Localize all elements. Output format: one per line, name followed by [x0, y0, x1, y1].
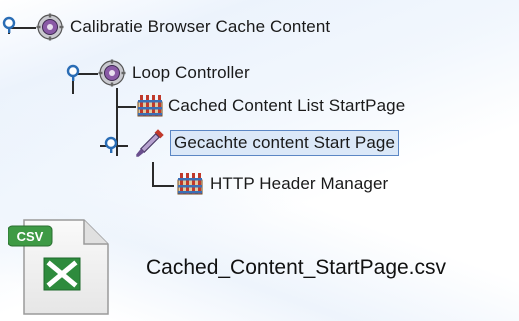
tree-line: [152, 162, 154, 186]
file-badge: CSV: [17, 229, 44, 244]
tree-node-calibratie-browser-cache-content[interactable]: Calibratie Browser Cache Content: [36, 12, 330, 42]
http-sampler-pipette-icon: [136, 129, 164, 157]
header-manager-icon: [177, 173, 203, 195]
tree-node-label: Gecachte content Start Page: [170, 130, 400, 156]
expand-toggle-icon[interactable]: [102, 136, 120, 154]
expand-toggle-icon[interactable]: [0, 16, 18, 34]
tree-node-http-header-manager[interactable]: HTTP Header Manager: [176, 169, 388, 199]
expand-toggle-icon[interactable]: [64, 64, 82, 82]
tree-node-cached-content-list-startpage[interactable]: Cached Content List StartPage: [136, 91, 405, 121]
test-plan-tree: Calibratie Browser Cache Content Loop Co…: [0, 0, 519, 210]
thread-group-gear-icon: [36, 13, 64, 41]
tree-line: [72, 80, 74, 94]
tree-node-label: Cached Content List StartPage: [168, 96, 406, 115]
tree-line: [116, 106, 136, 108]
tree-node-loop-controller[interactable]: Loop Controller: [98, 58, 250, 88]
tree-node-label: Calibratie Browser Cache Content: [70, 17, 331, 36]
header-manager-icon: [137, 95, 163, 117]
tree-node-label: HTTP Header Manager: [210, 174, 389, 193]
excel-csv-file-icon[interactable]: CSV: [8, 214, 116, 318]
loop-controller-gear-icon: [98, 59, 126, 87]
tree-line: [152, 185, 174, 187]
tree-node-label: Loop Controller: [132, 63, 250, 82]
file-name-label: Cached_Content_StartPage.csv: [146, 256, 447, 279]
tree-node-gecachte-content-start-page[interactable]: Gecachte content Start Page: [134, 128, 400, 158]
